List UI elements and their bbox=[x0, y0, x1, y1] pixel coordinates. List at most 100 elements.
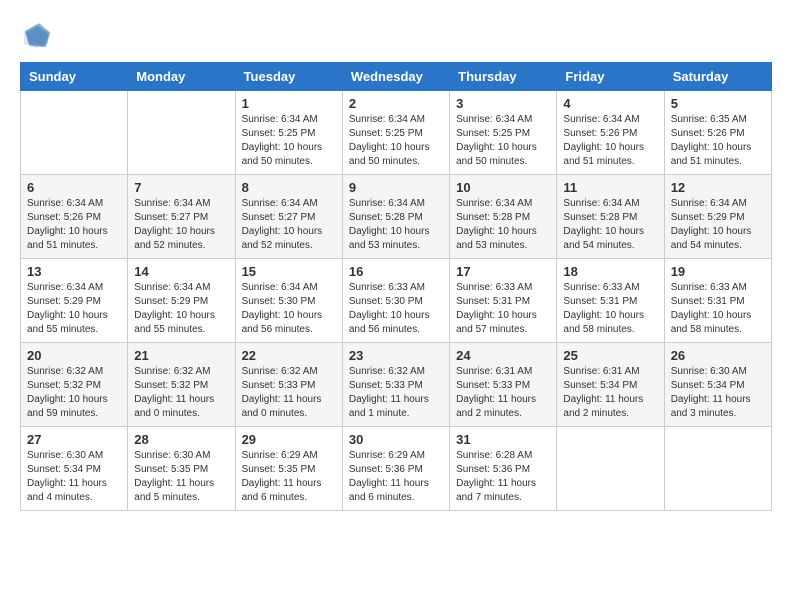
calendar-cell: 2 Sunrise: 6:34 AM Sunset: 5:25 PM Daylig… bbox=[342, 91, 449, 175]
day-info: Sunrise: 6:30 AM Sunset: 5:34 PM Dayligh… bbox=[671, 365, 765, 421]
calendar-cell: 15 Sunrise: 6:34 AM Sunset: 5:30 PM Dayli… bbox=[235, 259, 342, 343]
calendar-week-3: 13Sunrise: 6:34 AM Sunset: 5:29 PM Dayli… bbox=[21, 259, 772, 343]
day-info: Sunrise: 6:29 AM Sunset: 5:36 PM Dayligh… bbox=[349, 449, 443, 505]
day-number: 6 bbox=[27, 180, 121, 195]
day-number: 17 bbox=[456, 264, 550, 279]
day-info: Sunrise: 6:34 AM Sunset: 5:29 PM Dayligh… bbox=[134, 281, 228, 337]
day-info: Sunrise: 6:33 AM Sunset: 5:31 PM Dayligh… bbox=[563, 281, 657, 337]
calendar-cell: 25 Sunrise: 6:31 AM Sunset: 5:34 PM Dayli… bbox=[557, 343, 664, 427]
day-number: 22 bbox=[242, 348, 336, 363]
calendar-header: SundayMondayTuesdayWednesdayThursdayFrid… bbox=[21, 63, 772, 91]
calendar-cell: 7 Sunrise: 6:34 AM Sunset: 5:27 PM Daylig… bbox=[128, 175, 235, 259]
day-number: 9 bbox=[349, 180, 443, 195]
calendar-cell: 5 Sunrise: 6:35 AM Sunset: 5:26 PM Daylig… bbox=[664, 91, 771, 175]
day-info: Sunrise: 6:28 AM Sunset: 5:36 PM Dayligh… bbox=[456, 449, 550, 505]
day-info: Sunrise: 6:31 AM Sunset: 5:33 PM Dayligh… bbox=[456, 365, 550, 421]
calendar-cell bbox=[664, 427, 771, 511]
calendar-cell: 27Sunrise: 6:30 AM Sunset: 5:34 PM Dayli… bbox=[21, 427, 128, 511]
day-number: 5 bbox=[671, 96, 765, 111]
day-number: 1 bbox=[242, 96, 336, 111]
day-number: 15 bbox=[242, 264, 336, 279]
day-info: Sunrise: 6:29 AM Sunset: 5:35 PM Dayligh… bbox=[242, 449, 336, 505]
day-number: 10 bbox=[456, 180, 550, 195]
calendar-cell: 31 Sunrise: 6:28 AM Sunset: 5:36 PM Dayli… bbox=[450, 427, 557, 511]
calendar-cell: 20 Sunrise: 6:32 AM Sunset: 5:32 PM Dayli… bbox=[21, 343, 128, 427]
day-number: 28 bbox=[134, 432, 228, 447]
weekday-header-monday: Monday bbox=[128, 63, 235, 91]
calendar-week-1: 1 Sunrise: 6:34 AM Sunset: 5:25 PM Daylig… bbox=[21, 91, 772, 175]
day-info: Sunrise: 6:34 AM Sunset: 5:28 PM Dayligh… bbox=[349, 197, 443, 253]
day-info: Sunrise: 6:34 AM Sunset: 5:27 PM Dayligh… bbox=[242, 197, 336, 253]
calendar-cell: 6Sunrise: 6:34 AM Sunset: 5:26 PM Daylig… bbox=[21, 175, 128, 259]
day-number: 4 bbox=[563, 96, 657, 111]
page-header bbox=[20, 20, 772, 52]
calendar-cell: 13Sunrise: 6:34 AM Sunset: 5:29 PM Dayli… bbox=[21, 259, 128, 343]
calendar-week-2: 6Sunrise: 6:34 AM Sunset: 5:26 PM Daylig… bbox=[21, 175, 772, 259]
day-info: Sunrise: 6:30 AM Sunset: 5:35 PM Dayligh… bbox=[134, 449, 228, 505]
day-info: Sunrise: 6:35 AM Sunset: 5:26 PM Dayligh… bbox=[671, 113, 765, 169]
day-info: Sunrise: 6:34 AM Sunset: 5:29 PM Dayligh… bbox=[671, 197, 765, 253]
day-number: 2 bbox=[349, 96, 443, 111]
day-info: Sunrise: 6:34 AM Sunset: 5:25 PM Dayligh… bbox=[242, 113, 336, 169]
calendar-cell: 4 Sunrise: 6:34 AM Sunset: 5:26 PM Daylig… bbox=[557, 91, 664, 175]
weekday-header-saturday: Saturday bbox=[664, 63, 771, 91]
calendar-cell: 28 Sunrise: 6:30 AM Sunset: 5:35 PM Dayli… bbox=[128, 427, 235, 511]
day-number: 27 bbox=[27, 432, 121, 447]
day-info: Sunrise: 6:33 AM Sunset: 5:30 PM Dayligh… bbox=[349, 281, 443, 337]
day-info: Sunrise: 6:32 AM Sunset: 5:33 PM Dayligh… bbox=[349, 365, 443, 421]
day-info: Sunrise: 6:34 AM Sunset: 5:25 PM Dayligh… bbox=[349, 113, 443, 169]
day-number: 12 bbox=[671, 180, 765, 195]
day-info: Sunrise: 6:32 AM Sunset: 5:32 PM Dayligh… bbox=[27, 365, 121, 421]
day-number: 21 bbox=[134, 348, 228, 363]
calendar-cell bbox=[21, 91, 128, 175]
day-number: 23 bbox=[349, 348, 443, 363]
day-number: 29 bbox=[242, 432, 336, 447]
weekday-header-tuesday: Tuesday bbox=[235, 63, 342, 91]
day-number: 24 bbox=[456, 348, 550, 363]
calendar-cell bbox=[128, 91, 235, 175]
calendar-cell: 30Sunrise: 6:29 AM Sunset: 5:36 PM Dayli… bbox=[342, 427, 449, 511]
day-number: 16 bbox=[349, 264, 443, 279]
day-info: Sunrise: 6:34 AM Sunset: 5:25 PM Dayligh… bbox=[456, 113, 550, 169]
calendar-cell: 29 Sunrise: 6:29 AM Sunset: 5:35 PM Dayli… bbox=[235, 427, 342, 511]
day-info: Sunrise: 6:34 AM Sunset: 5:29 PM Dayligh… bbox=[27, 281, 121, 337]
calendar-cell: 12 Sunrise: 6:34 AM Sunset: 5:29 PM Dayli… bbox=[664, 175, 771, 259]
calendar-body: 1 Sunrise: 6:34 AM Sunset: 5:25 PM Daylig… bbox=[21, 91, 772, 511]
weekday-header-sunday: Sunday bbox=[21, 63, 128, 91]
day-number: 26 bbox=[671, 348, 765, 363]
calendar-cell: 17 Sunrise: 6:33 AM Sunset: 5:31 PM Dayli… bbox=[450, 259, 557, 343]
day-number: 31 bbox=[456, 432, 550, 447]
calendar-cell: 14 Sunrise: 6:34 AM Sunset: 5:29 PM Dayli… bbox=[128, 259, 235, 343]
calendar-cell: 11Sunrise: 6:34 AM Sunset: 5:28 PM Dayli… bbox=[557, 175, 664, 259]
weekday-header-thursday: Thursday bbox=[450, 63, 557, 91]
day-number: 8 bbox=[242, 180, 336, 195]
calendar-cell: 22Sunrise: 6:32 AM Sunset: 5:33 PM Dayli… bbox=[235, 343, 342, 427]
day-number: 14 bbox=[134, 264, 228, 279]
day-info: Sunrise: 6:34 AM Sunset: 5:28 PM Dayligh… bbox=[456, 197, 550, 253]
day-number: 25 bbox=[563, 348, 657, 363]
logo-icon bbox=[20, 20, 52, 52]
calendar-cell: 18Sunrise: 6:33 AM Sunset: 5:31 PM Dayli… bbox=[557, 259, 664, 343]
logo bbox=[20, 20, 56, 52]
calendar-cell: 16 Sunrise: 6:33 AM Sunset: 5:30 PM Dayli… bbox=[342, 259, 449, 343]
day-number: 3 bbox=[456, 96, 550, 111]
day-info: Sunrise: 6:34 AM Sunset: 5:27 PM Dayligh… bbox=[134, 197, 228, 253]
day-info: Sunrise: 6:33 AM Sunset: 5:31 PM Dayligh… bbox=[456, 281, 550, 337]
weekday-header-row: SundayMondayTuesdayWednesdayThursdayFrid… bbox=[21, 63, 772, 91]
day-info: Sunrise: 6:31 AM Sunset: 5:34 PM Dayligh… bbox=[563, 365, 657, 421]
calendar-cell: 19Sunrise: 6:33 AM Sunset: 5:31 PM Dayli… bbox=[664, 259, 771, 343]
calendar-week-5: 27Sunrise: 6:30 AM Sunset: 5:34 PM Dayli… bbox=[21, 427, 772, 511]
calendar-cell: 3 Sunrise: 6:34 AM Sunset: 5:25 PM Daylig… bbox=[450, 91, 557, 175]
day-number: 20 bbox=[27, 348, 121, 363]
day-info: Sunrise: 6:34 AM Sunset: 5:30 PM Dayligh… bbox=[242, 281, 336, 337]
day-number: 7 bbox=[134, 180, 228, 195]
calendar-cell: 21Sunrise: 6:32 AM Sunset: 5:32 PM Dayli… bbox=[128, 343, 235, 427]
day-info: Sunrise: 6:33 AM Sunset: 5:31 PM Dayligh… bbox=[671, 281, 765, 337]
calendar-cell: 1 Sunrise: 6:34 AM Sunset: 5:25 PM Daylig… bbox=[235, 91, 342, 175]
calendar-cell: 10 Sunrise: 6:34 AM Sunset: 5:28 PM Dayli… bbox=[450, 175, 557, 259]
day-info: Sunrise: 6:34 AM Sunset: 5:26 PM Dayligh… bbox=[563, 113, 657, 169]
calendar-table: SundayMondayTuesdayWednesdayThursdayFrid… bbox=[20, 62, 772, 511]
weekday-header-wednesday: Wednesday bbox=[342, 63, 449, 91]
calendar-cell: 8 Sunrise: 6:34 AM Sunset: 5:27 PM Daylig… bbox=[235, 175, 342, 259]
day-number: 11 bbox=[563, 180, 657, 195]
